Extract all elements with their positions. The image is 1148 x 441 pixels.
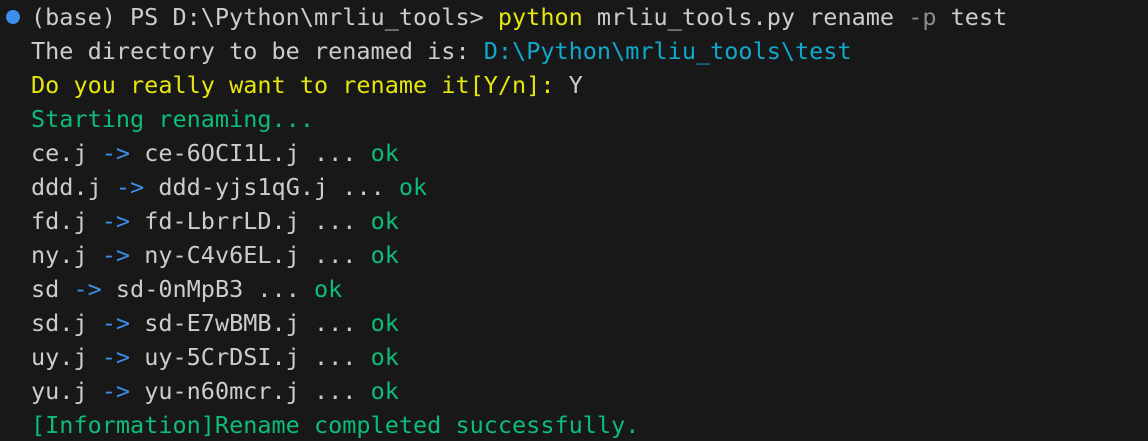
rename-target: ce-6OCI1L.j <box>144 139 300 167</box>
rename-row: fd.j -> fd-LbrrLD.j ... ok <box>31 204 1148 238</box>
rename-source: sd.j <box>31 309 88 337</box>
rename-status-ok: ok <box>370 207 399 235</box>
rename-status-ok: ok <box>370 377 399 405</box>
rename-status-ok: ok <box>370 139 399 167</box>
confirm-line: Do you really want to rename it[Y/n]: Y <box>31 68 1148 102</box>
rename-status-ok: ok <box>370 343 399 371</box>
rename-source: yu.j <box>31 377 88 405</box>
command-arguments: mrliu_tools.py rename <box>582 3 909 31</box>
rename-source: ce.j <box>31 139 88 167</box>
rename-target: ny-C4v6EL.j <box>144 241 300 269</box>
rename-ellipsis: ... <box>314 377 357 405</box>
rename-source: fd.j <box>31 207 88 235</box>
completion-message: [Information]Rename completed successful… <box>31 411 640 439</box>
rename-ellipsis: ... <box>314 309 357 337</box>
rename-arrow: -> <box>101 139 131 167</box>
confirm-answer: Y <box>554 71 583 99</box>
directory-label: The directory to be renamed is: <box>31 37 484 65</box>
rename-arrow: -> <box>101 241 131 269</box>
rename-arrow: -> <box>101 309 131 337</box>
rename-source: sd <box>31 275 60 303</box>
rename-arrow: -> <box>115 173 145 201</box>
rename-arrow: -> <box>101 343 131 371</box>
rename-status-ok: ok <box>398 173 428 201</box>
rename-ellipsis: ... <box>314 241 357 269</box>
terminal-panel[interactable]: (base) PS D:\Python\mrliu_tools> python … <box>0 0 1148 441</box>
rename-source: ddd.j <box>31 173 102 201</box>
rename-row: uy.j -> uy-5CrDSI.j ... ok <box>31 340 1148 374</box>
rename-status-ok: ok <box>370 241 399 269</box>
rename-row: ny.j -> ny-C4v6EL.j ... ok <box>31 238 1148 272</box>
rename-row: ddd.j -> ddd-yjs1qG.j ... ok <box>31 170 1148 204</box>
rename-ellipsis: ... <box>314 139 357 167</box>
rename-ellipsis: ... <box>257 275 300 303</box>
rename-output-list: ce.j -> ce-6OCI1L.j ... ok ddd.j -> ddd-y… <box>31 136 1148 408</box>
rename-status-ok: ok <box>370 309 399 337</box>
rename-target: sd-0nMpB3 <box>115 275 244 303</box>
rename-target: yu-n60mcr.j <box>144 377 300 405</box>
rename-source: uy.j <box>31 343 88 371</box>
rename-row: yu.j -> yu-n60mcr.j ... ok <box>31 374 1148 408</box>
rename-ellipsis: ... <box>314 343 357 371</box>
rename-target: ddd-yjs1qG.j <box>158 173 329 201</box>
rename-arrow: -> <box>101 377 131 405</box>
rename-row: sd.j -> sd-E7wBMB.j ... ok <box>31 306 1148 340</box>
rename-arrow: -> <box>101 207 131 235</box>
starting-message: Starting renaming... <box>31 105 314 133</box>
directory-line: The directory to be renamed is: D:\Pytho… <box>31 34 1148 68</box>
shell-prompt: (base) PS D:\Python\mrliu_tools> <box>31 3 498 31</box>
rename-source: ny.j <box>31 241 88 269</box>
rename-row: ce.j -> ce-6OCI1L.j ... ok <box>31 136 1148 170</box>
rename-status-ok: ok <box>314 275 343 303</box>
rename-target: uy-5CrDSI.j <box>144 343 300 371</box>
command-flag: -p <box>908 3 937 31</box>
command-line: (base) PS D:\Python\mrliu_tools> python … <box>31 0 1148 34</box>
rename-target: fd-LbrrLD.j <box>144 207 300 235</box>
directory-path: D:\Python\mrliu_tools\test <box>483 37 852 65</box>
rename-ellipsis: ... <box>342 173 385 201</box>
command-executable: python <box>497 3 583 31</box>
confirm-question: Do you really want to rename it[Y/n]: <box>31 71 555 99</box>
rename-target: sd-E7wBMB.j <box>144 309 300 337</box>
command-status-dot-icon[interactable] <box>6 10 20 24</box>
rename-arrow: -> <box>73 275 102 303</box>
rename-row: sd -> sd-0nMpB3 ... ok <box>31 272 1148 306</box>
rename-ellipsis: ... <box>314 207 357 235</box>
command-argument-value: test <box>936 3 1008 31</box>
